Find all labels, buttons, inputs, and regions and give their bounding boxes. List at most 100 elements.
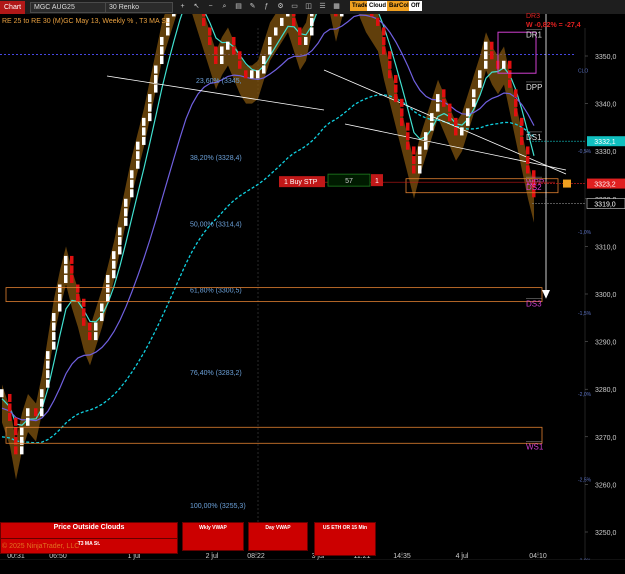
price-tick-label: 3300,0	[595, 292, 617, 299]
fib-label: 61,80% (3300,5)	[190, 288, 242, 295]
off-toggle[interactable]: Off	[409, 1, 422, 11]
renko-brick	[76, 284, 80, 293]
renko-brick	[418, 165, 422, 174]
renko-brick	[40, 408, 44, 417]
pct-tick-label: -0,5%	[578, 149, 592, 155]
barcol-toggle[interactable]: BarCol	[387, 1, 411, 11]
renko-brick	[388, 60, 392, 69]
renko-brick	[238, 51, 242, 60]
bar-type-selector[interactable]: 30 Renko	[105, 2, 173, 13]
price-tick-label: 3340,0	[595, 102, 617, 109]
renko-brick	[202, 14, 206, 17]
renko-brick	[370, 14, 374, 17]
renko-brick	[8, 403, 12, 412]
renko-brick	[130, 179, 134, 188]
template-icon[interactable]: ▭	[290, 2, 299, 11]
renko-brick	[490, 41, 494, 50]
renko-brick	[430, 122, 434, 131]
renko-brick	[526, 165, 530, 174]
renko-brick	[40, 389, 44, 398]
renko-brick	[148, 113, 152, 122]
magnify-icon[interactable]: ⌕	[220, 2, 229, 11]
renko-brick	[310, 17, 314, 26]
renko-brick	[142, 136, 146, 145]
snapshot-icon[interactable]: ◫	[304, 2, 313, 11]
indicators-icon[interactable]: ƒ	[262, 2, 271, 11]
renko-brick	[52, 322, 56, 331]
copyright: © 2025 NinjaTrader, LLC	[2, 543, 80, 550]
price-tick-label: 3290,0	[595, 340, 617, 347]
weekly-change: W -0,82% = -27,4	[526, 22, 581, 29]
instrument-selector[interactable]: MGC AUG25	[30, 2, 106, 13]
renko-brick	[526, 146, 530, 155]
renko-brick	[298, 27, 302, 36]
wkly-vwap-button[interactable]: Wkly VWAP	[182, 522, 244, 551]
renko-brick	[70, 274, 74, 283]
renko-brick	[484, 60, 488, 69]
zoom-in-icon[interactable]: +	[178, 2, 187, 11]
renko-chart[interactable]: 0,00% (3373,5)38,20% (3328,4)50,00% (331…	[0, 14, 625, 560]
renko-brick	[250, 70, 254, 79]
renko-brick	[304, 36, 308, 45]
renko-brick	[244, 70, 248, 79]
cloud-toggle[interactable]: Cloud	[367, 1, 388, 11]
pct-tick-label: -1,0%	[578, 230, 592, 236]
day-label: Day VWAP	[265, 525, 291, 531]
renko-brick	[160, 46, 164, 55]
renko-brick	[52, 341, 56, 350]
renko-brick	[412, 155, 416, 164]
renko-brick	[46, 370, 50, 379]
renko-brick	[46, 379, 50, 388]
renko-brick	[214, 46, 218, 55]
chart-trader-icon[interactable]: ☰	[318, 2, 327, 11]
renko-brick	[148, 103, 152, 112]
renko-brick	[520, 117, 524, 126]
renko-brick	[46, 360, 50, 369]
price-outside-label: Price Outside Clouds	[53, 524, 125, 531]
day-vwap-button[interactable]: Day VWAP	[248, 522, 308, 551]
renko-brick	[298, 36, 302, 45]
cursor-icon[interactable]: ↖	[192, 2, 201, 11]
renko-brick	[112, 270, 116, 279]
renko-brick	[232, 46, 236, 55]
renko-brick	[424, 132, 428, 141]
renko-brick	[58, 303, 62, 312]
renko-brick	[82, 317, 86, 326]
renko-brick	[52, 332, 56, 341]
tab-chart[interactable]: Chart	[0, 1, 26, 14]
renko-brick	[454, 117, 458, 126]
renko-brick	[208, 27, 212, 36]
strategies-icon[interactable]: ⚙	[276, 2, 285, 11]
renko-brick	[418, 146, 422, 155]
renko-brick	[40, 398, 44, 407]
renko-brick	[280, 17, 284, 26]
renko-brick	[526, 155, 530, 164]
renko-brick	[388, 70, 392, 79]
renko-brick	[256, 70, 260, 79]
renko-brick	[14, 417, 18, 426]
renko-brick	[130, 189, 134, 198]
renko-brick	[454, 127, 458, 136]
renko-brick	[478, 79, 482, 88]
us-eth-button[interactable]: US ETH OR 15 Min	[314, 522, 376, 556]
renko-brick	[118, 227, 122, 236]
renko-brick	[34, 408, 38, 417]
renko-brick	[160, 36, 164, 45]
renko-brick	[310, 14, 314, 17]
renko-brick	[394, 75, 398, 84]
renko-brick	[106, 274, 110, 283]
renko-brick	[442, 98, 446, 107]
zoom-out-icon[interactable]: −	[206, 2, 215, 11]
pivot-ws1: WS1	[526, 442, 544, 451]
time-tick-label: 04:10	[529, 553, 547, 560]
properties-icon[interactable]: ▤	[234, 2, 243, 11]
layout-icon[interactable]: ▦	[332, 2, 341, 11]
draw-tools-icon[interactable]: ✎	[248, 2, 257, 11]
renko-brick	[82, 308, 86, 317]
renko-brick	[472, 89, 476, 98]
renko-brick	[274, 27, 278, 36]
renko-brick	[202, 17, 206, 26]
renko-brick	[82, 298, 86, 307]
time-tick-label: 4 jul	[456, 553, 469, 560]
renko-brick	[406, 132, 410, 141]
